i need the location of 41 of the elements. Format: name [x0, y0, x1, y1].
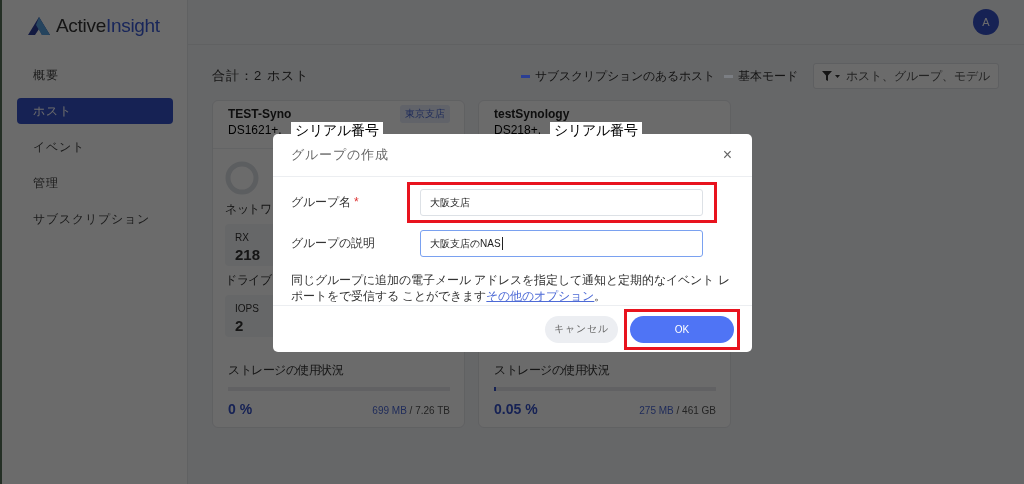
usage-amount: 275 MB / 461 GB	[639, 405, 716, 416]
legend-label: サブスクリプションのあるホスト	[535, 67, 715, 85]
annotation-label: シリアル番号	[290, 122, 383, 138]
logo-icon	[28, 17, 50, 35]
sidebar-item[interactable]: サブスクリプション	[17, 206, 173, 232]
stat-value: 2	[235, 317, 245, 334]
sidebar-item[interactable]: ホスト	[17, 98, 173, 124]
host-name: TEST-Syno	[228, 106, 292, 121]
logo-text: ActiveInsight	[56, 15, 160, 37]
dialog-title: グループの作成	[291, 146, 389, 164]
user-avatar[interactable]: A	[973, 9, 999, 35]
summary-title: 合計：2 ホスト	[212, 67, 310, 85]
sidebar-item[interactable]: 管理	[17, 170, 173, 196]
annotation-label: シリアル番号	[550, 122, 643, 138]
stat-value: 218	[235, 246, 262, 263]
usage-amount: 699 MB / 7.26 TB	[372, 405, 450, 416]
stat-label: RX	[235, 232, 250, 243]
input-field[interactable]: 大阪支店	[420, 189, 703, 216]
filter-icon[interactable]	[822, 71, 840, 81]
search-field[interactable]: ホスト、グループ、モデル	[813, 63, 999, 89]
legend-label: 基本モード	[738, 67, 798, 85]
section-label: ストレージの使用状況	[494, 362, 611, 379]
host-name: testSynology	[494, 106, 570, 121]
help-text: 同じグループに追加の電子メール アドレスを指定して通知と定期的なイベント レポートをで受信する ことができますその他のオプション。	[291, 272, 731, 304]
sidebar-item[interactable]: 概要	[17, 62, 173, 88]
section-label: ストレージの使用状況	[228, 362, 345, 379]
usage-percent: 0 %	[228, 401, 253, 417]
section-label: ネットワ	[225, 201, 271, 218]
sidebar-item[interactable]: イベント	[17, 134, 173, 160]
usage-percent: 0.05 %	[494, 401, 538, 417]
field-label: グループ名 *	[291, 194, 360, 211]
input-field[interactable]: 大阪支店のNAS	[420, 230, 703, 257]
stat-label: IOPS	[235, 303, 260, 314]
section-label: ドライブ	[225, 272, 271, 289]
field-label: グループの説明	[291, 235, 376, 252]
model-text: DS218+,	[494, 123, 542, 137]
cancel-button[interactable]: キャンセル	[545, 315, 618, 343]
close-button[interactable]: ×	[722, 146, 732, 164]
model-text: DS1621+,	[228, 123, 282, 137]
ok-button[interactable]: OK	[630, 315, 734, 343]
more-options-link[interactable]: その他のオプション	[486, 289, 595, 303]
